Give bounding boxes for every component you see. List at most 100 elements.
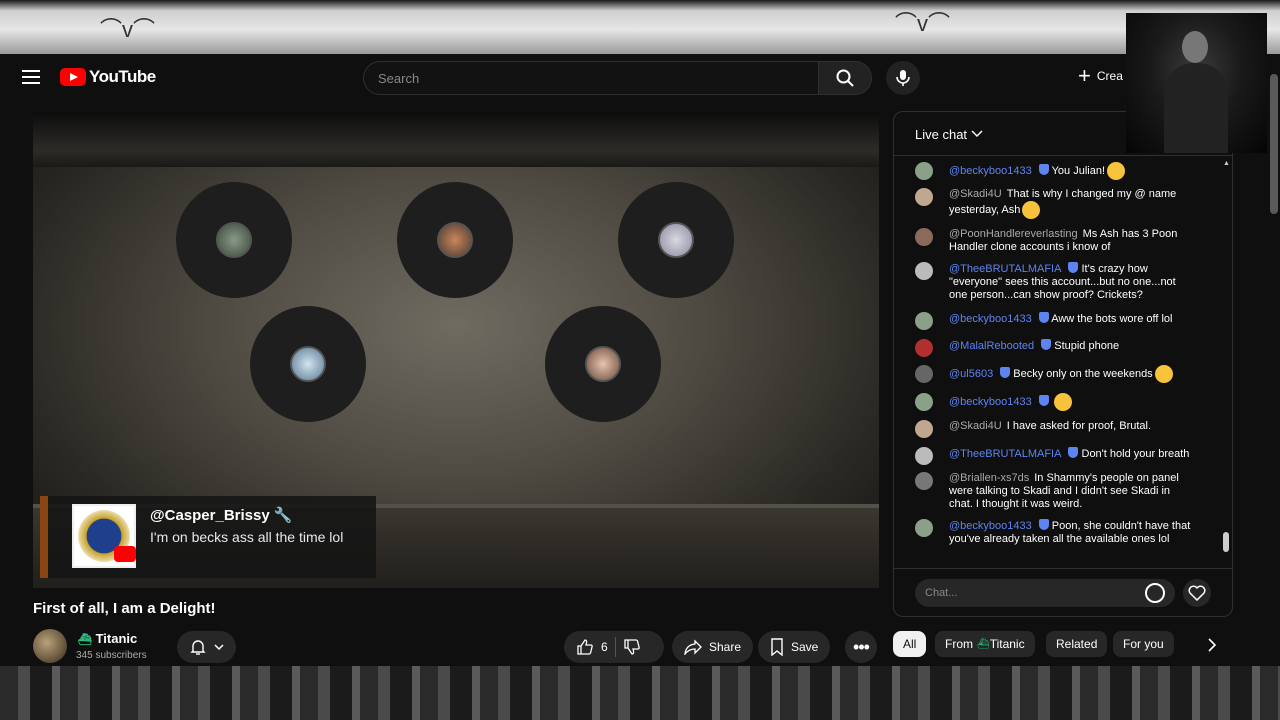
chat-message: @MalalRebooted Stupid phone [915, 339, 1195, 357]
overlay-author-text: @Casper_Brissy [150, 507, 270, 524]
chat-author-name[interactable]: @MalalRebooted [949, 340, 1034, 352]
chat-author-avatar[interactable] [915, 519, 933, 537]
scroll-up-arrow-icon[interactable]: ▲ [1223, 160, 1230, 167]
chat-author-name[interactable]: @PoonHandlereverlasting [949, 228, 1078, 240]
emoji-icon [1154, 365, 1173, 383]
more-horizontal-icon: ••• [853, 637, 870, 657]
chat-author-avatar[interactable] [915, 312, 933, 330]
chip-from-channel[interactable]: From ⛴ Titanic [935, 631, 1035, 657]
share-icon [684, 639, 702, 655]
chips-next-button[interactable] [1200, 633, 1224, 657]
hamburger-menu-icon[interactable] [22, 70, 40, 84]
share-label: Share [709, 640, 742, 654]
chat-input[interactable]: Chat... [915, 579, 1175, 607]
bell-icon [190, 640, 206, 655]
save-button[interactable]: Save [758, 631, 831, 663]
chat-author-avatar[interactable] [915, 447, 933, 465]
logo-text: YouTube [89, 67, 156, 86]
chat-author-name[interactable]: @Briallen-xs7ds [949, 472, 1029, 484]
chip-label: From [945, 637, 973, 651]
chat-author-avatar[interactable] [915, 228, 933, 246]
chip-related[interactable]: Related [1046, 631, 1108, 657]
participant-photo [216, 222, 252, 258]
moderator-badge-icon [1038, 394, 1049, 406]
chat-message: @beckyboo1433 Aww the bots wore off lol [915, 312, 1195, 330]
chevron-down-icon[interactable] [971, 130, 983, 138]
chat-author-name[interactable]: @ul5603 [949, 368, 993, 380]
chat-message: @TheeBRUTALMAFIA Don't hold your breath [915, 447, 1195, 465]
participant-photo [658, 222, 694, 258]
emoji-picker-icon[interactable] [1145, 583, 1165, 603]
moderator-badge-icon [1000, 366, 1011, 378]
participant-avatar-disc [618, 182, 734, 298]
thumbs-up-icon[interactable] [576, 638, 594, 656]
video-title: First of all, I am a Delight! [33, 600, 216, 617]
heart-button[interactable] [1183, 579, 1211, 607]
voice-search-button[interactable] [886, 61, 920, 95]
chat-author-name[interactable]: @Skadi4U [949, 420, 1002, 432]
participant-avatar-disc [397, 182, 513, 298]
like-count: 6 [601, 640, 608, 654]
live-chat-mode-selector[interactable]: Live chat [915, 127, 967, 142]
more-actions-button[interactable]: ••• [845, 631, 877, 663]
like-divider [614, 637, 616, 657]
page-scrollbar-thumb[interactable] [1270, 74, 1278, 214]
plus-icon: + [1078, 63, 1091, 88]
chat-author-avatar[interactable] [915, 262, 933, 280]
chat-message: @beckyboo1433 Poon, she couldn't have th… [915, 519, 1195, 546]
chat-author-name[interactable]: @Skadi4U [949, 188, 1002, 200]
chat-message-text: I have asked for proof, Brutal. [1006, 420, 1152, 432]
chat-message: @beckyboo1433 You Julian! [915, 162, 1195, 180]
share-button[interactable]: Share [672, 631, 754, 663]
bird-silhouette: ⌒v⌒ [895, 11, 951, 36]
chip-label: Related [1056, 637, 1098, 651]
chat-scrollbar[interactable]: ▲ [1223, 156, 1231, 568]
chat-message-text: Aww the bots wore off lol [1051, 313, 1173, 325]
chat-author-name[interactable]: @beckyboo1433 [949, 165, 1032, 177]
chat-author-name[interactable]: @beckyboo1433 [949, 313, 1032, 325]
emoji-icon [1107, 162, 1126, 180]
chat-author-name[interactable]: @TheeBRUTALMAFIA [949, 448, 1061, 460]
emoji-icon [1022, 201, 1041, 219]
highlighted-comment-overlay: @Casper_Brissy 🔧 I'm on becks ass all th… [40, 496, 376, 578]
chip-all[interactable]: All [893, 631, 927, 657]
chat-message-text: You Julian! [1051, 164, 1106, 177]
chat-author-name[interactable]: @TheeBRUTALMAFIA [949, 263, 1061, 275]
moderator-badge-icon [1038, 519, 1049, 530]
chat-scrollbar-thumb[interactable] [1223, 532, 1229, 552]
notification-bell-button[interactable] [177, 631, 236, 663]
moderator-badge-icon [1038, 312, 1049, 323]
ship-icon: ⛴ [78, 634, 92, 646]
participant-avatar-disc [176, 182, 292, 298]
emoji-icon [1053, 393, 1072, 411]
commenter-avatar [72, 504, 136, 568]
chat-author-avatar[interactable] [915, 188, 933, 206]
search-button[interactable] [818, 61, 872, 95]
overlay-comment-author: @Casper_Brissy 🔧 [150, 506, 293, 524]
wrench-icon: 🔧 [273, 507, 293, 524]
thumbs-down-icon[interactable] [623, 638, 641, 656]
chat-author-avatar[interactable] [915, 162, 933, 180]
chat-author-avatar[interactable] [915, 365, 933, 383]
chat-author-name[interactable]: @beckyboo1433 [949, 396, 1032, 408]
create-button[interactable]: + Crea [1078, 63, 1123, 88]
chat-author-avatar[interactable] [915, 472, 933, 490]
channel-avatar[interactable] [33, 629, 67, 663]
channel-name-text: Titanic [95, 631, 138, 646]
bird-silhouette: ⌒v⌒ [100, 17, 156, 42]
channel-name[interactable]: ⛴ Titanic [78, 631, 137, 646]
chat-message-text: Don't hold your breath [1081, 448, 1190, 460]
chat-message: @Skadi4U I have asked for proof, Brutal. [915, 420, 1195, 438]
chat-author-avatar[interactable] [915, 420, 933, 438]
chip-for-you[interactable]: For you [1113, 631, 1174, 657]
chat-author-avatar[interactable] [915, 393, 933, 411]
chat-message: @TheeBRUTALMAFIA It's crazy how "everyon… [915, 262, 1195, 302]
participant-photo [585, 346, 621, 382]
chat-author-avatar[interactable] [915, 339, 933, 357]
search-input[interactable]: Search [363, 61, 819, 95]
chip-label: All [903, 637, 917, 651]
create-label: Crea [1096, 69, 1123, 83]
youtube-logo[interactable]: YouTube [60, 67, 156, 87]
chat-author-name[interactable]: @beckyboo1433 [949, 520, 1032, 532]
page-scrollbar[interactable] [1268, 66, 1280, 666]
